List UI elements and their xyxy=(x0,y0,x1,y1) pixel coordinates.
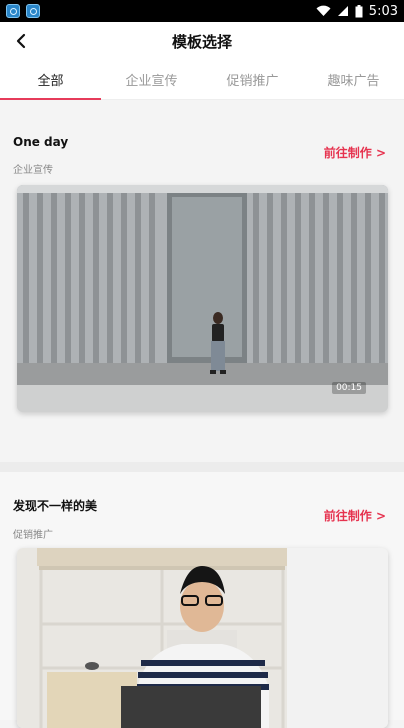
chevron-left-icon xyxy=(16,33,26,49)
signal-icon xyxy=(337,6,348,16)
status-time: 5:03 xyxy=(368,3,398,19)
status-bar: 5:03 xyxy=(0,0,404,22)
tab-all[interactable]: 全部 xyxy=(0,60,101,100)
app-notification-icon xyxy=(6,4,20,18)
building-facade-image xyxy=(17,185,388,412)
office-person-image xyxy=(17,548,388,728)
wifi-icon xyxy=(316,5,331,17)
app-bar: 模板选择 xyxy=(0,22,404,60)
template-category: 企业宣传 xyxy=(13,165,53,176)
template-preview-video[interactable] xyxy=(17,548,388,728)
template-category: 促销推广 xyxy=(13,530,53,541)
template-preview-video[interactable]: 00:15 xyxy=(17,185,388,412)
section-divider xyxy=(0,462,404,472)
back-button[interactable] xyxy=(8,28,34,54)
template-card: One day 企业宣传 前往制作 > 00:15 xyxy=(0,101,404,462)
app-notification-icon xyxy=(26,4,40,18)
make-button[interactable]: 前往制作 > xyxy=(324,144,386,161)
battery-icon xyxy=(355,4,363,17)
tab-fun-ads[interactable]: 趣味广告 xyxy=(303,60,404,99)
tab-promotion[interactable]: 促销推广 xyxy=(202,60,303,99)
tab-corporate[interactable]: 企业宣传 xyxy=(101,60,202,99)
video-duration: 00:15 xyxy=(332,382,366,394)
category-tabs: 全部 企业宣传 促销推广 趣味广告 xyxy=(0,60,404,100)
make-button[interactable]: 前往制作 > xyxy=(324,507,386,524)
page-title: 模板选择 xyxy=(171,32,232,51)
